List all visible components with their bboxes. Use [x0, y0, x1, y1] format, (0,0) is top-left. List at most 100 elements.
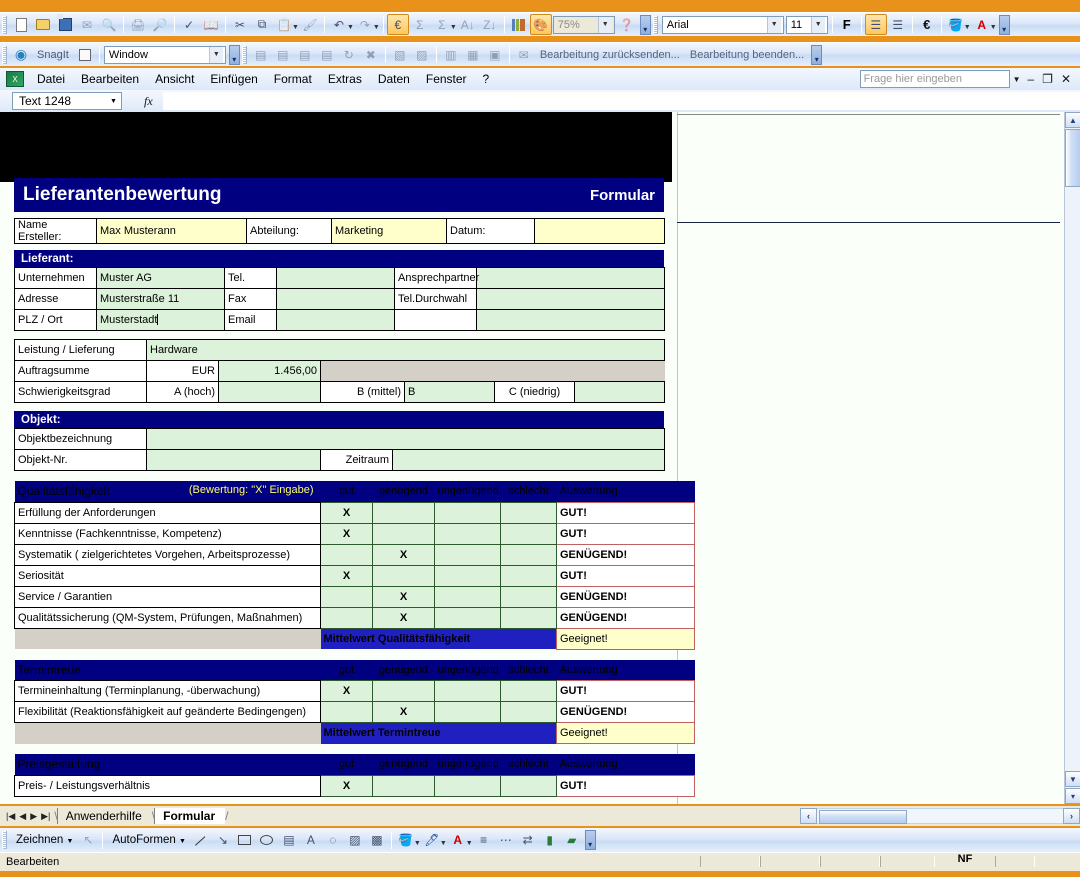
font-color-icon[interactable]: A — [447, 830, 469, 851]
line-icon[interactable] — [190, 830, 212, 851]
wordart-icon[interactable]: A — [300, 830, 322, 851]
rating-cell-schlecht[interactable] — [500, 543, 557, 566]
insert-rows-icon[interactable]: ▤ — [272, 44, 294, 65]
cut-icon[interactable]: ✂ — [229, 14, 251, 35]
supplier-address-value[interactable]: Musterstraße 11 — [96, 288, 225, 310]
creator-name-value[interactable]: Max Musterann — [96, 218, 247, 244]
rating-cell-gengend[interactable]: X — [372, 606, 435, 629]
rating-cell-schlecht[interactable] — [500, 501, 557, 524]
snagit-profile-dropdown-arrow[interactable]: ▼ — [208, 46, 223, 63]
sort-ascending-icon[interactable]: A↓ — [457, 14, 479, 35]
ask-dropdown-arrow[interactable]: ▼ — [1010, 75, 1024, 84]
scroll-left-arrow-icon[interactable]: ‹ — [800, 808, 817, 824]
font-size-dropdown-arrow[interactable]: ▼ — [810, 16, 825, 33]
menu-item-fenster[interactable]: Fenster — [418, 70, 475, 88]
rating-cell-gut[interactable] — [320, 606, 373, 629]
dash-style-icon[interactable]: ⋯ — [495, 830, 517, 851]
snagit-logo-icon[interactable]: ◉ — [10, 44, 32, 65]
supplier-zip-city-value[interactable]: Musterstadt — [96, 309, 225, 331]
revision-toolbar-overflow[interactable]: ▾ — [811, 44, 823, 65]
rating-cell-gengend[interactable]: X — [372, 543, 435, 566]
creator-date-value[interactable] — [534, 218, 665, 244]
object-designation-value[interactable] — [145, 428, 666, 450]
order-sum-value[interactable]: 1.456,00 — [218, 360, 321, 382]
insert-cells-icon[interactable]: ▤ — [250, 44, 272, 65]
cancel-refresh-icon[interactable]: ✖ — [360, 44, 382, 65]
rating-cell-gengend[interactable] — [372, 501, 435, 524]
research-icon[interactable]: 📖 — [200, 14, 222, 35]
shadow-style-icon[interactable]: ▮ — [539, 830, 561, 851]
line-color-icon[interactable]: 🖊 — [421, 830, 443, 851]
rating-cell-ungengend[interactable] — [434, 522, 501, 545]
rating-cell-schlecht[interactable] — [500, 522, 557, 545]
rating-cell-schlecht[interactable] — [500, 585, 557, 608]
help-icon[interactable]: ❓ — [616, 14, 638, 35]
refresh-icon[interactable]: ↻ — [338, 44, 360, 65]
rating-cell-ungengend[interactable] — [434, 543, 501, 566]
rating-cell-gengend[interactable] — [372, 680, 435, 702]
rating-cell-gengend[interactable] — [372, 564, 435, 587]
redo-icon[interactable]: ↷ — [354, 14, 376, 35]
insert-columns-icon[interactable]: ▤ — [294, 44, 316, 65]
snagit-toolbar-overflow[interactable]: ▾ — [228, 44, 240, 65]
standard-toolbar-overflow[interactable]: ▾ — [639, 14, 651, 35]
font-size-combo[interactable]: 11 ▼ — [785, 15, 828, 34]
vertical-scrollbar-thumb[interactable] — [1065, 129, 1080, 187]
sort-descending-icon[interactable]: Z↓ — [479, 14, 501, 35]
rating-cell-gengend[interactable]: X — [372, 701, 435, 723]
rating-cell-ungengend[interactable] — [434, 564, 501, 587]
print-icon[interactable]: 🖨 — [127, 14, 149, 35]
rating-cell-gut[interactable] — [320, 543, 373, 566]
last-sheet-icon[interactable]: ▶| — [41, 811, 50, 822]
insert-function-icon[interactable]: fx — [122, 94, 163, 109]
supplier-fax-value[interactable] — [276, 288, 395, 310]
snagit-capture-icon[interactable] — [74, 44, 96, 65]
menu-item-daten[interactable]: Daten — [370, 70, 418, 88]
rating-cell-gengend[interactable] — [372, 522, 435, 545]
draw-menu-button[interactable]: Zeichnen ▼ — [10, 834, 77, 846]
undo-icon[interactable]: ↶ — [328, 14, 350, 35]
share-workbook-icon[interactable]: ▥ — [440, 44, 462, 65]
zoom-combo[interactable]: 75% ▼ — [552, 15, 615, 34]
menu-item-extras[interactable]: Extras — [320, 70, 370, 88]
close-button[interactable]: ✕ — [1057, 72, 1075, 86]
sheet-tab-anwenderhilfe[interactable]: Anwenderhilfe — [56, 808, 152, 824]
edit-query-icon[interactable]: ▧ — [389, 44, 411, 65]
rating-cell-schlecht[interactable] — [500, 564, 557, 587]
align-center-icon[interactable]: ☰ — [887, 14, 909, 35]
menu-item-datei[interactable]: Datei — [29, 70, 73, 88]
bold-button[interactable]: F — [836, 14, 858, 35]
difficulty-level-c-value[interactable] — [573, 381, 666, 403]
horizontal-scrollbar-thumb[interactable] — [819, 810, 907, 824]
end-review-label[interactable]: Bearbeitung beenden... — [685, 49, 809, 61]
delete-cells-icon[interactable]: ▤ — [316, 44, 338, 65]
rating-cell-gut[interactable]: X — [320, 564, 373, 587]
font-name-combo[interactable]: Arial ▼ — [661, 15, 784, 34]
name-box[interactable]: Text 1248 ▼ — [12, 92, 122, 110]
arrow-style-icon[interactable]: ⇄ — [517, 830, 539, 851]
paste-icon[interactable]: 📋 — [273, 14, 295, 35]
select-objects-icon[interactable]: ↖ — [77, 830, 99, 851]
autoshapes-menu-button[interactable]: AutoFormen ▼ — [106, 834, 189, 846]
font-color-icon[interactable]: A — [971, 14, 993, 35]
rating-cell-gut[interactable]: X — [320, 501, 373, 524]
picture-icon[interactable]: ▩ — [366, 830, 388, 851]
chart-wizard-icon[interactable] — [508, 14, 530, 35]
rating-cell-gut[interactable]: X — [320, 774, 373, 797]
autoshapes-dropdown-arrow[interactable]: ▼ — [179, 838, 186, 845]
query-parameters-icon[interactable]: ▨ — [411, 44, 433, 65]
supplier-blank-value[interactable] — [476, 309, 665, 331]
rectangle-icon[interactable] — [234, 830, 256, 851]
3d-style-icon[interactable]: ▰ — [561, 830, 583, 851]
restore-button[interactable]: ❐ — [1038, 72, 1057, 86]
send-for-review-icon[interactable]: ✉ — [513, 44, 535, 65]
drawing-toggle-icon[interactable]: 🎨 — [529, 14, 552, 35]
scroll-right-arrow-icon[interactable]: › — [1063, 808, 1080, 824]
align-left-icon[interactable]: ☰ — [864, 14, 887, 35]
snagit-profile-combo[interactable]: Window ▼ — [103, 45, 226, 64]
rating-cell-ungengend[interactable] — [434, 606, 501, 629]
new-document-icon[interactable] — [10, 14, 32, 35]
euro-currency-icon[interactable]: € — [916, 14, 938, 35]
rating-cell-gut[interactable] — [320, 585, 373, 608]
rating-cell-schlecht[interactable] — [500, 680, 557, 702]
